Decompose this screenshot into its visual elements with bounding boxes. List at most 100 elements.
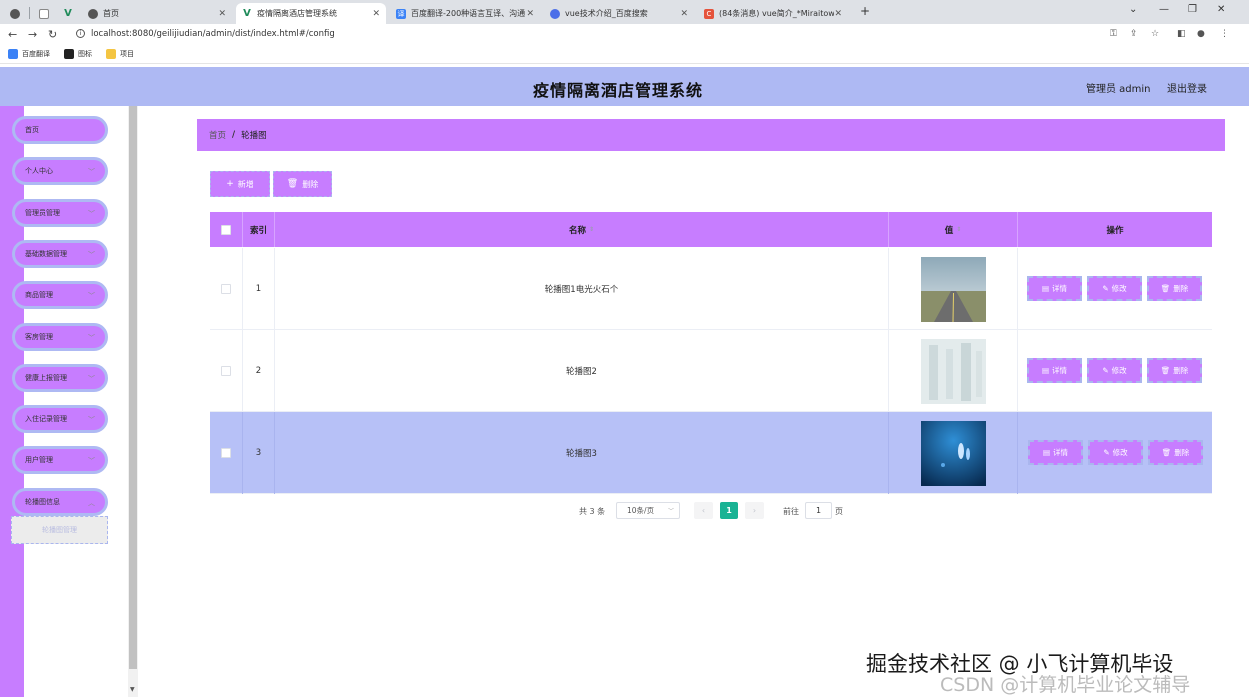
sidebar-item-users[interactable]: 用户管理 ﹀ [12,446,108,474]
row-value-cell [889,330,1018,412]
sidebar-item-basic-data[interactable]: 基础数据管理 ﹀ [12,240,108,268]
logout-link[interactable]: 退出登录 [1167,80,1207,95]
table-row[interactable]: 1 轮播图1电光火石个 ▤ 详情 ✎ 修改 🗑 删除 [210,248,1212,330]
tab-active-system[interactable]: V 疫情隔离酒店管理系统 ✕ [236,3,386,24]
sidebar-item-label: 管理员管理 [25,209,60,217]
next-page-button[interactable]: › [745,502,764,519]
reload-icon[interactable]: ↻ [48,28,57,41]
star-icon[interactable]: ☆ [1151,29,1159,39]
bookmark-icons[interactable]: 图标 [64,49,92,59]
sidebar-item-home[interactable]: 首页 [12,116,108,144]
row-checkbox[interactable] [221,284,231,294]
sidebar-item-personal[interactable]: 个人中心 ﹀ [12,157,108,185]
tab-label: 首页 [103,9,119,18]
table-row[interactable]: 2 轮播图2 ▤ 详情 ✎ 修改 🗑 删除 [210,330,1212,412]
row-checkbox[interactable] [221,448,231,458]
close-icon[interactable]: ✕ [526,9,534,19]
close-icon[interactable]: ✕ [834,9,842,19]
globe-icon [88,8,98,19]
carousel-thumbnail-road[interactable] [920,256,986,322]
breadcrumb-home[interactable]: 首页 [209,129,226,141]
row-delete-button[interactable]: 🗑 删除 [1147,276,1202,301]
batch-delete-button[interactable]: 🗑 删除 [273,171,332,197]
tab-baidu-search[interactable]: vue技术介绍_百度搜索 ✕ [544,3,694,24]
page-size-select[interactable]: 10条/页 ﹀ [616,502,680,519]
tab-csdn[interactable]: C (84条消息) vue简介_*Miraitow ✕ [698,3,848,24]
bookmark-baidu-translate[interactable]: 百度翻译 [8,49,50,59]
tab-blank[interactable] [33,3,55,24]
select-all-cell [210,212,243,247]
forward-icon[interactable]: → [28,28,37,41]
page-number-current[interactable]: 1 [720,502,738,519]
tab-vue-pinned[interactable]: V [57,3,77,24]
table-row-highlighted[interactable]: 3 轮播图3 ▤ 详情 ✎ 修改 🗑 删除 [210,412,1212,494]
row-delete-button[interactable]: 🗑 删除 [1147,358,1202,383]
column-label: 值 [944,225,954,236]
select-all-checkbox[interactable] [221,224,231,235]
close-icon[interactable]: ✕ [372,9,380,19]
sidepanel-icon[interactable]: ◧ [1177,29,1186,39]
sort-icon[interactable]: ⇕ [589,226,594,233]
restore-button[interactable]: ❐ [1188,4,1197,15]
prev-page-button[interactable]: ‹ [694,502,713,519]
sidebar-item-goods[interactable]: 商品管理 ﹀ [12,281,108,309]
edit-button[interactable]: ✎ 修改 [1088,440,1143,465]
row-checkbox[interactable] [221,366,231,376]
bookmark-label: 项目 [120,50,134,58]
chevron-up-icon: ︿ [88,499,95,507]
key-icon[interactable]: ⚿ [1110,29,1117,39]
site-info-icon[interactable]: i [76,29,85,38]
edit-button[interactable]: ✎ 修改 [1087,358,1142,383]
back-icon[interactable]: ← [8,28,17,41]
sidebar-item-health-report[interactable]: 健康上报管理 ﹀ [12,364,108,392]
bookmark-project[interactable]: 项目 [106,49,134,59]
scroll-down-icon[interactable]: ▼ [130,686,135,693]
share-icon[interactable]: ⇪ [1130,29,1138,39]
sidebar-item-rooms[interactable]: 客房管理 ﹀ [12,323,108,351]
sidebar-item-checkin[interactable]: 入住记录管理 ﹀ [12,405,108,433]
carousel-thumbnail-underwater[interactable] [920,420,986,486]
url-field[interactable]: i localhost:8080/geilijiudian/admin/dist/… [76,29,335,39]
detail-button[interactable]: ▤ 详情 [1028,440,1083,465]
page-title: 疫情隔离酒店管理系统 [532,81,703,100]
more-menu-icon[interactable]: ⋮ [1220,29,1229,39]
minimize-button[interactable]: — [1159,4,1169,15]
edit-label: 修改 [1111,284,1127,293]
close-icon[interactable]: ✕ [680,9,688,19]
chevron-down-icon: ﹀ [88,251,95,259]
image-icon [64,49,74,59]
goto-page-input[interactable] [805,502,832,519]
app-header: 疫情隔离酒店管理系统 管理员 admin 退出登录 [0,67,1249,106]
sidebar-item-carousel[interactable]: 轮播图信息 ︿ [12,488,108,516]
tab-home[interactable]: 首页 ✕ [82,3,232,24]
new-tab-button[interactable]: + [860,4,870,18]
detail-button[interactable]: ▤ 详情 [1027,358,1082,383]
admin-label: 管理员 admin [1086,84,1151,95]
column-header-name[interactable]: 名称 ⇕ [275,212,889,247]
detail-button[interactable]: ▤ 详情 [1027,276,1082,301]
row-operations: ▤ 详情 ✎ 修改 🗑 删除 [1018,330,1212,412]
sidebar-scroll-thumb[interactable] [129,106,137,669]
carousel-thumbnail-frost[interactable] [920,338,986,404]
pencil-icon: ✎ [1103,448,1110,457]
watermark-csdn: CSDN @计算机毕业论文辅导 [940,674,1191,696]
row-select-cell [210,330,243,412]
sidebar-item-admins[interactable]: 管理员管理 ﹀ [12,199,108,227]
chrome-menu-tab[interactable] [4,3,26,24]
tab-search-icon[interactable]: ⌄ [1129,4,1137,15]
breadcrumb-separator: / [232,130,236,140]
row-delete-button[interactable]: 🗑 删除 [1148,440,1203,465]
sidebar-item-label: 客房管理 [25,333,53,341]
sidebar-item-label: 入住记录管理 [25,415,67,423]
tab-baidu-translate[interactable]: 译 百度翻译-200种语言互译、沟通 ✕ [390,3,540,24]
add-button[interactable]: + 新增 [210,171,270,197]
close-icon[interactable]: ✕ [218,9,226,19]
row-delete-label: 删除 [1174,448,1190,457]
sort-icon[interactable]: ⇕ [956,226,961,233]
edit-button[interactable]: ✎ 修改 [1087,276,1142,301]
submenu-item-carousel-manage[interactable]: 轮播图管理 [11,516,108,544]
profile-icon[interactable]: ● [1197,29,1205,39]
window-close-button[interactable]: ✕ [1217,4,1225,15]
column-header-value[interactable]: 值 ⇕ [889,212,1018,247]
row-name: 轮播图2 [275,330,889,412]
